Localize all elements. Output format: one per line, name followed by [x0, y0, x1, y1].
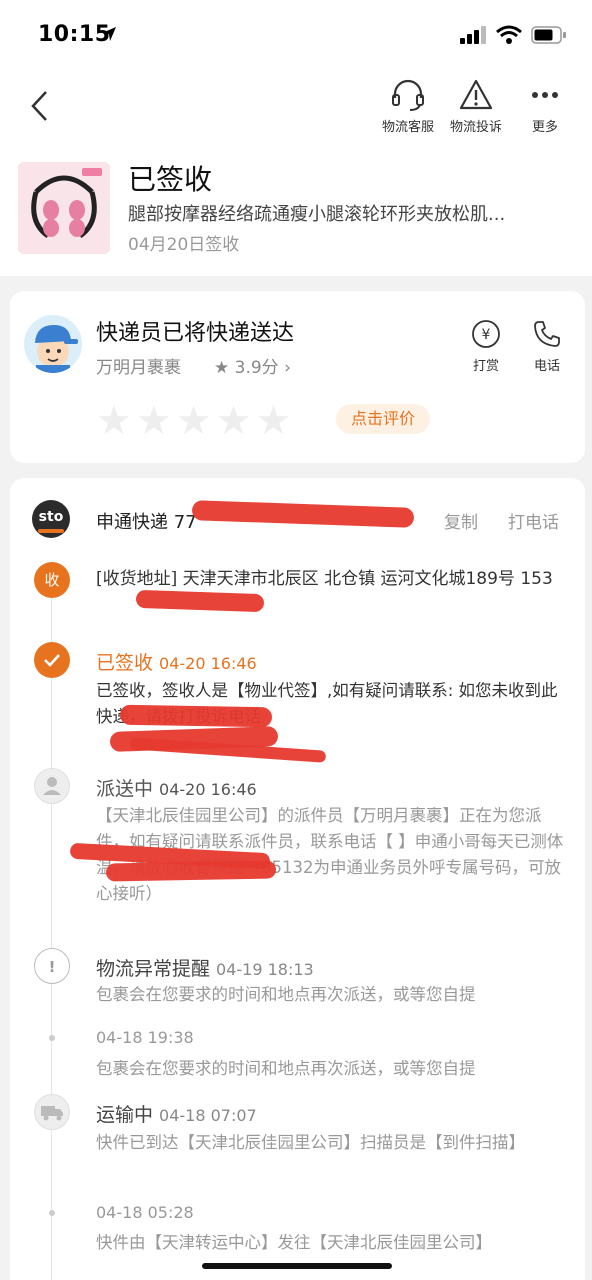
- product-summary[interactable]: 已签收 腿部按摩器经络疏通瘦小腿滚轮环形夹放松肌... 04月20日签收: [0, 150, 592, 276]
- home-indicator[interactable]: [202, 1263, 392, 1269]
- redaction-mark: [119, 704, 273, 728]
- wifi-icon: [496, 25, 522, 44]
- tip-label: 打赏: [472, 359, 499, 374]
- battery-icon: [531, 26, 566, 44]
- courier-avatar: [24, 315, 82, 373]
- nav-action-label: 物流投诉: [449, 120, 502, 135]
- courier-name: 万明月裹裹: [96, 358, 181, 378]
- sto-logo: sto: [32, 500, 70, 538]
- truck-node-icon: [34, 1094, 70, 1130]
- event-title: 已签收 04-20 16:46: [96, 652, 257, 674]
- phone-button[interactable]: 电话: [517, 319, 577, 374]
- courier-card: 快递员已将快递送达 万明月裹裹 ★ 3.9分 › ¥ 打赏 电话 ★ ★ ★ ★ ★ 点…: [10, 291, 585, 463]
- logistics-service-button[interactable]: 物流客服: [373, 78, 443, 135]
- call-button[interactable]: 打电话: [508, 508, 559, 533]
- courier-node-icon: [34, 768, 70, 804]
- signed-node-icon: [34, 642, 70, 678]
- rating-stars[interactable]: ★ ★ ★ ★ ★: [96, 401, 295, 441]
- redaction-mark: [135, 589, 265, 613]
- status-time: 10:15: [38, 22, 111, 47]
- product-name: 腿部按摩器经络疏通瘦小腿滚轮环形夹放松肌...: [128, 204, 506, 225]
- event-title: 运输中 04-18 07:07: [96, 1104, 257, 1126]
- courier-rating[interactable]: ★ 3.9分 ›: [214, 353, 291, 378]
- logistics-card: sto 申通快递 77 复制 打电话 收 [收货地址] 天津天津市北辰区 北仓镇…: [10, 478, 585, 1280]
- product-thumbnail[interactable]: [18, 162, 110, 254]
- logistics-complaint-button[interactable]: 物流投诉: [441, 78, 511, 135]
- phone-label: 电话: [533, 359, 560, 374]
- event-time: 04-18 05:28: [96, 1203, 194, 1222]
- delivery-status-title: 已签收: [128, 163, 213, 196]
- event-body: 快件已到达【天津北辰佳园里公司】扫描员是【到件扫描】: [96, 1133, 525, 1152]
- carrier-tracking-number: 申通快递 77: [96, 512, 197, 533]
- more-icon: [532, 92, 558, 98]
- redaction-mark: [105, 860, 277, 882]
- timeline-dot: [49, 1035, 55, 1041]
- timeline-dot: [49, 1210, 55, 1216]
- status-bar: 10:15: [0, 0, 592, 70]
- phone-icon: [534, 321, 560, 347]
- courier-status-title: 快递员已将快递送达: [96, 321, 295, 346]
- sign-date: 04月20日签收: [128, 235, 240, 255]
- star-icon[interactable]: ★: [216, 401, 252, 441]
- back-chevron-icon[interactable]: [26, 86, 56, 126]
- svg-text:¥: ¥: [482, 327, 491, 343]
- event-time: 04-18 19:38: [96, 1028, 194, 1047]
- event-body: 包裹会在您要求的时间和地点再次派送，或等您自提: [96, 985, 476, 1004]
- event-title: 物流异常提醒 04-19 18:13: [96, 958, 314, 980]
- cellular-signal-icon: [460, 26, 486, 44]
- star-icon[interactable]: ★: [96, 401, 132, 441]
- star-icon[interactable]: ★: [255, 401, 291, 441]
- event-body: 快件由【天津转运中心】发往【天津北辰佳园里公司】: [96, 1233, 492, 1252]
- star-icon[interactable]: ★: [136, 401, 172, 441]
- star-icon[interactable]: ★: [176, 401, 212, 441]
- redaction-mark: [191, 500, 415, 528]
- address-node: 收: [34, 562, 70, 598]
- warning-icon: [459, 79, 493, 110]
- exception-node-icon: !: [34, 948, 70, 984]
- event-title: 派送中 04-20 16:46: [96, 778, 257, 800]
- delivery-address: [收货地址] 天津天津市北辰区 北仓镇 运河文化城189号 153: [96, 569, 553, 589]
- nav-action-label: 更多: [531, 120, 558, 135]
- yen-coin-icon: ¥: [472, 320, 500, 348]
- more-button[interactable]: 更多: [510, 78, 580, 135]
- location-arrow-icon: [102, 27, 116, 41]
- headset-icon: [392, 79, 424, 111]
- timeline-line: [51, 574, 52, 1280]
- copy-button[interactable]: 复制: [444, 508, 478, 533]
- nav-bar: 物流客服 物流投诉 更多: [0, 70, 592, 150]
- event-body: 包裹会在您要求的时间和地点再次派送，或等您自提: [96, 1059, 476, 1078]
- massager-image: [18, 162, 110, 254]
- tip-button[interactable]: ¥ 打赏: [456, 319, 516, 374]
- nav-action-label: 物流客服: [381, 120, 434, 135]
- rate-button[interactable]: 点击评价: [336, 404, 430, 434]
